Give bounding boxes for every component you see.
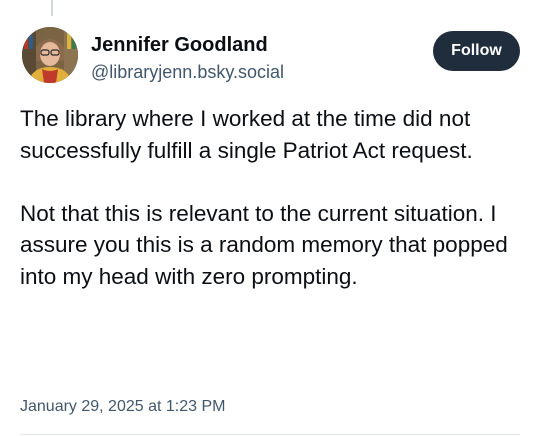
- user-avatar-icon: [22, 27, 78, 83]
- post-timestamp[interactable]: January 29, 2025 at 1:23 PM: [20, 398, 225, 416]
- post-paragraph: The library where I worked at the time d…: [20, 106, 473, 163]
- author-display-name[interactable]: Jennifer Goodland: [91, 34, 268, 57]
- post-text: The library where I worked at the time d…: [20, 103, 520, 292]
- divider: [20, 434, 520, 435]
- follow-button[interactable]: Follow: [433, 31, 520, 71]
- post-paragraph: Not that this is relevant to the current…: [20, 200, 508, 289]
- author-handle[interactable]: @libraryjenn.bsky.social: [91, 62, 284, 83]
- thread-connector-line: [51, 0, 53, 16]
- author-avatar[interactable]: [22, 27, 78, 83]
